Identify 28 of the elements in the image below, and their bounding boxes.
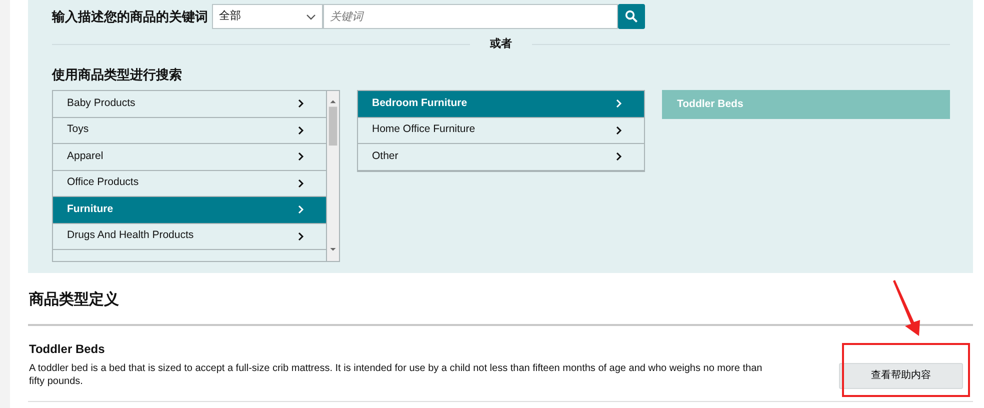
category-item[interactable]: Toys: [53, 118, 326, 144]
category-item[interactable]: Bedroom Furniture: [358, 91, 644, 118]
chevron-right-icon: [616, 152, 622, 162]
category-item[interactable]: Office Products: [53, 170, 326, 197]
search-label: 输入描述您的商品的关键词: [52, 8, 209, 26]
category-item[interactable]: Home Office Furniture: [358, 118, 644, 144]
help-button[interactable]: 查看帮助内容: [839, 362, 963, 388]
chevron-right-icon: [298, 178, 304, 188]
definition-title: Toddler Beds: [29, 340, 106, 358]
browse-heading: 使用商品类型进行搜索: [52, 66, 183, 84]
category-select[interactable]: 全部: [212, 4, 323, 29]
scrollbar[interactable]: [327, 90, 340, 262]
chevron-right-icon: [298, 205, 304, 214]
keyword-field[interactable]: 关键词: [323, 4, 618, 29]
definition-text: A toddler bed is a bed that is sized to accept a full-size crib mattress. It is intended for use by a child not less than fifteen months of age and who weighs no more than fifty pounds.: [29, 362, 764, 388]
chevron-right-icon: [298, 99, 304, 108]
chevron-right-icon: [298, 232, 304, 241]
chevron-right-icon: [298, 126, 304, 135]
divider-text: 或者: [488, 36, 513, 52]
search-button[interactable]: [618, 4, 645, 29]
category-item[interactable]: Drugs And Health Products: [53, 224, 326, 250]
section-heading: 商品类型定义: [28, 273, 973, 326]
category-item[interactable]: Furniture: [53, 197, 326, 224]
chevron-down-icon: [306, 14, 316, 20]
chevron-right-icon: [616, 99, 622, 108]
chevron-right-icon: [616, 126, 622, 135]
chevron-right-icon: [298, 152, 304, 162]
search-icon: [625, 10, 638, 23]
